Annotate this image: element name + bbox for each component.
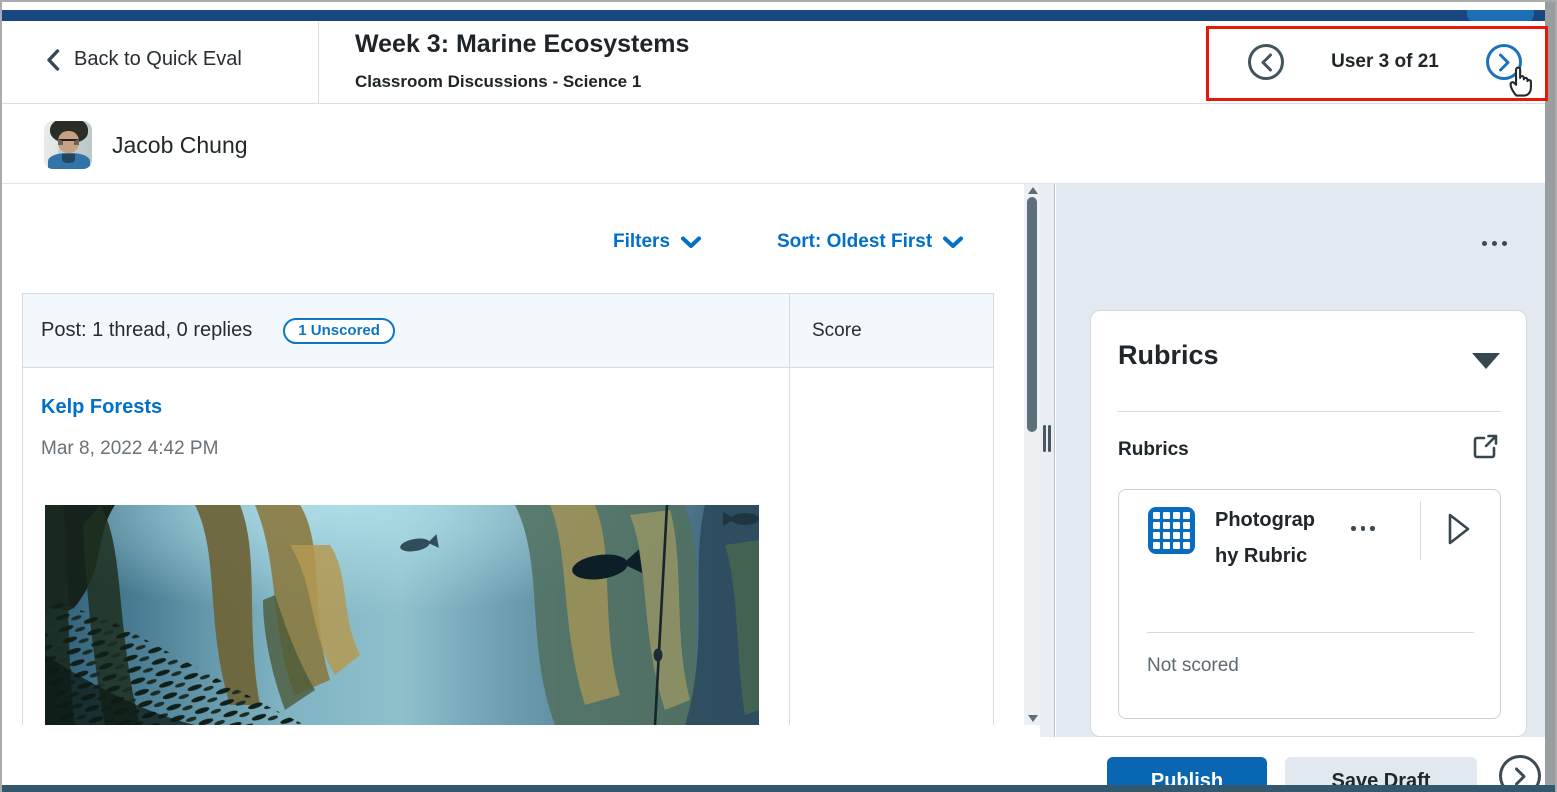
expand-rubric-icon[interactable] (1446, 512, 1472, 546)
window-scrollbar[interactable] (1545, 2, 1555, 790)
score-header-label: Score (812, 320, 862, 342)
ellipsis-icon (1502, 241, 1507, 246)
post-title-link[interactable]: Kelp Forests (41, 396, 162, 419)
rubric-list-item: Photography Rubric Not scored (1118, 489, 1501, 719)
top-navigation-bar (2, 10, 1545, 21)
chevron-down-icon (681, 236, 701, 249)
user-count-label: User 3 of 21 (1300, 51, 1470, 73)
hand-cursor-icon (1506, 62, 1536, 98)
collapse-section-icon[interactable] (1472, 353, 1500, 369)
content-scrollbar-thumb[interactable] (1027, 197, 1037, 432)
page-subtitle: Classroom Discussions - Science 1 (355, 72, 641, 92)
avatar-collar (62, 154, 75, 163)
posts-table-body: Kelp Forests Mar 8, 2022 4:42 PM (22, 368, 994, 725)
rubric-overflow-menu[interactable] (1351, 526, 1375, 531)
chevron-right-icon (1514, 767, 1527, 786)
app-window: Back to Quick Eval Week 3: Marine Ecosys… (0, 0, 1557, 792)
posts-table: Post: 1 thread, 0 replies 1 Unscored Sco… (22, 293, 994, 725)
back-link-label: Back to Quick Eval (74, 48, 242, 71)
chevron-left-icon (46, 49, 60, 71)
avatar (44, 121, 92, 169)
scroll-down-arrow-icon[interactable] (1028, 715, 1038, 722)
post-summary-label: Post: 1 thread, 0 replies (41, 319, 252, 342)
back-to-quick-eval-link[interactable]: Back to Quick Eval (46, 48, 242, 71)
score-header-cell: Score (789, 294, 993, 367)
ellipsis-icon (1482, 241, 1487, 246)
page-title: Week 3: Marine Ecosystems (355, 30, 689, 59)
unscored-badge: 1 Unscored (283, 318, 395, 344)
window-bottom-edge (2, 785, 1555, 792)
rubric-grid-icon (1148, 507, 1195, 554)
ellipsis-icon (1351, 526, 1356, 531)
post-summary-cell: Post: 1 thread, 0 replies 1 Unscored (23, 294, 789, 367)
chevron-left-icon (1260, 53, 1273, 72)
avatar-glasses (58, 139, 79, 145)
post-image-kelp-forest (45, 505, 759, 725)
sort-label: Sort: Oldest First (777, 231, 932, 253)
chevron-down-icon (943, 236, 963, 249)
panel-resize-gutter[interactable] (1040, 184, 1055, 737)
rubric-name-link[interactable]: Photography Rubric (1215, 502, 1319, 574)
item-divider (1147, 632, 1474, 633)
item-divider (1420, 501, 1421, 560)
scroll-up-arrow-icon[interactable] (1028, 187, 1038, 194)
filters-label: Filters (613, 231, 670, 253)
filters-dropdown[interactable]: Filters (613, 231, 701, 253)
user-name: Jacob Chung (112, 132, 248, 159)
card-divider (1118, 411, 1501, 412)
previous-user-button[interactable] (1248, 44, 1284, 80)
evaluation-footer: Publish Save Draft (1040, 737, 1545, 792)
resize-grip-bar (1043, 425, 1046, 452)
header-divider (318, 22, 319, 104)
ellipsis-icon (1361, 526, 1366, 531)
rubrics-subsection-title: Rubrics (1118, 439, 1189, 461)
post-timestamp: Mar 8, 2022 4:42 PM (41, 438, 218, 460)
score-column-divider (789, 368, 790, 725)
resize-grip-bar (1048, 425, 1051, 452)
rubric-status: Not scored (1147, 655, 1239, 677)
ellipsis-icon (1492, 241, 1497, 246)
external-link-icon[interactable] (1471, 433, 1499, 461)
rubrics-card: Rubrics Rubrics Photography Rubric Not s… (1090, 310, 1527, 737)
sort-dropdown[interactable]: Sort: Oldest First (777, 231, 963, 253)
panel-overflow-menu[interactable] (1482, 241, 1507, 246)
ellipsis-icon (1370, 526, 1375, 531)
kelp-forest-art (45, 505, 759, 725)
posts-table-header: Post: 1 thread, 0 replies 1 Unscored Sco… (22, 293, 994, 368)
rubrics-section-title: Rubrics (1118, 340, 1219, 371)
